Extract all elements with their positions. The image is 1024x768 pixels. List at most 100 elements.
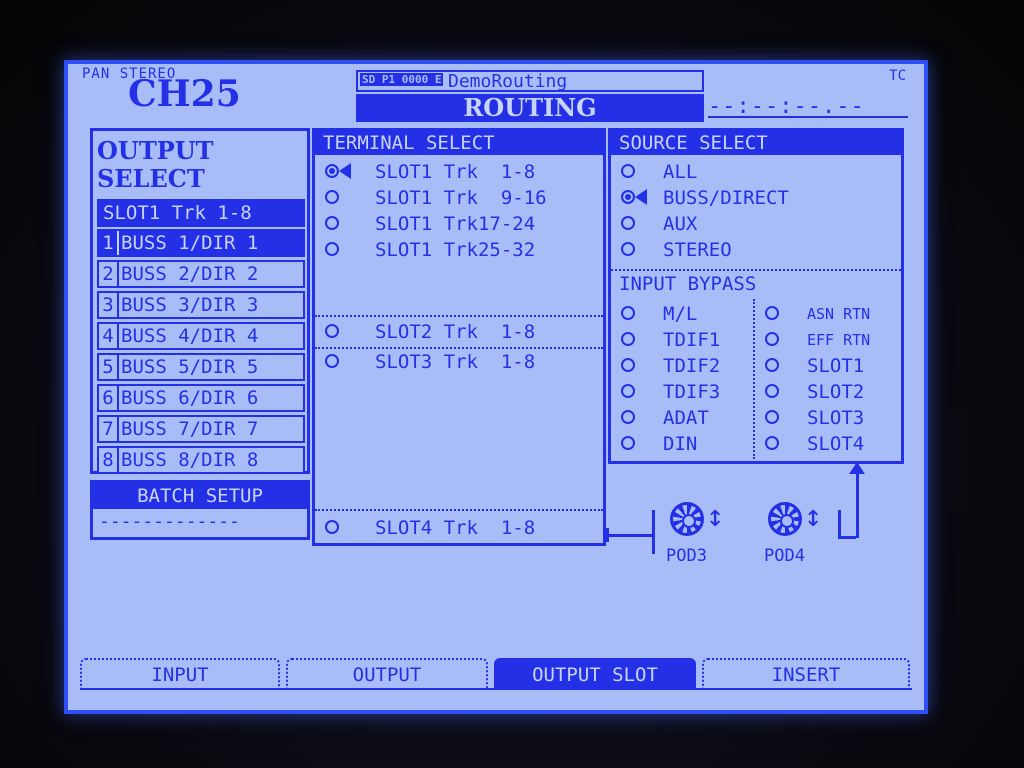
radio-icon [765,436,779,450]
output-row-number: 8 [99,448,119,472]
radio-icon [621,436,635,450]
radio-icon [765,384,779,398]
output-row-2[interactable]: 2 BUSS 2/DIR 2 [97,260,305,288]
terminal-select-header: TERMINAL SELECT [315,131,603,155]
pod-label: POD3 [666,546,707,566]
tab-output[interactable]: OUTPUT [286,658,488,690]
selection-pointer-icon [339,163,351,179]
source-option-all[interactable]: ALL [611,159,901,185]
pod-knob-icon [670,502,704,536]
connector-line [838,536,856,539]
terminal-option-label: SLOT1 Trk17-24 [375,213,536,235]
output-row-8[interactable]: 8 BUSS 8/DIR 8 [97,446,305,474]
radio-icon [325,242,339,256]
bypass-label: M/L [663,303,698,325]
radio-icon [765,410,779,424]
output-row-number: 5 [99,355,119,379]
input-bypass-title: INPUT BYPASS [619,273,757,295]
bypass-label: SLOT4 [807,433,865,455]
tab-insert[interactable]: INSERT [702,658,910,690]
output-row-number: 7 [99,417,119,441]
radio-icon [621,306,635,320]
bypass-label: SLOT1 [807,355,865,377]
bypass-label: ADAT [663,407,709,429]
terminal-select-panel: TERMINAL SELECT SLOT1 Trk 1-8 SLOT1 Trk … [312,128,606,546]
source-option-label: BUSS/DIRECT [663,187,789,209]
tab-output-slot[interactable]: OUTPUT SLOT [494,658,696,690]
channel-label: CH25 [128,73,241,115]
output-row-5[interactable]: 5 BUSS 5/DIR 5 [97,353,305,381]
source-option-aux[interactable]: AUX [611,211,901,237]
output-slot-header: SLOT1 Trk 1-8 [97,199,305,227]
radio-icon [621,164,635,178]
bypass-label: DIN [663,433,698,455]
bypass-label: TDIF3 [663,381,721,403]
pod4[interactable]: ↕ POD4 [758,500,838,572]
arrow-up-icon [849,462,865,474]
input-bypass-column-divider [753,299,755,459]
output-row-4[interactable]: 4 BUSS 4/DIR 4 [97,322,305,350]
radio-icon [621,242,635,256]
output-row-1[interactable]: 1 BUSS 1/DIR 1 [97,229,305,257]
terminal-option-label: SLOT2 Trk 1-8 [375,321,536,343]
pod-label: POD4 [764,546,805,566]
output-row-label: BUSS 4/DIR 4 [121,325,259,347]
source-select-panel: SOURCE SELECT ALL BUSS/DIRECT AUX STEREO… [608,128,904,464]
batch-setup-panel[interactable]: BATCH SETUP ------------- [90,480,310,540]
terminal-option-label: SLOT1 Trk 1-8 [375,161,536,183]
terminal-divider [315,315,603,317]
output-row-label: BUSS 7/DIR 7 [121,418,259,440]
terminal-option-slot2[interactable]: SLOT2 Trk 1-8 [315,319,603,345]
output-row-number: 3 [99,293,119,317]
radio-icon [621,216,635,230]
radio-icon [325,520,339,534]
terminal-divider [315,509,603,511]
output-row-7[interactable]: 7 BUSS 7/DIR 7 [97,415,305,443]
terminal-option-slot1-1-8[interactable]: SLOT1 Trk 1-8 [315,159,603,185]
connector-line [838,510,841,538]
terminal-option-slot4[interactable]: SLOT4 Trk 1-8 [315,515,603,541]
source-select-header: SOURCE SELECT [611,131,901,155]
bypass-label: TDIF2 [663,355,721,377]
output-row-3[interactable]: 3 BUSS 3/DIR 3 [97,291,305,319]
selection-pointer-icon [635,189,647,205]
radio-icon [325,324,339,338]
radio-selected-icon [325,164,339,178]
source-divider [611,269,901,271]
terminal-option-slot3[interactable]: SLOT3 Trk 1-8 [315,349,603,375]
output-row-label: BUSS 6/DIR 6 [121,387,259,409]
terminal-option-slot1-9-16[interactable]: SLOT1 Trk 9-16 [315,185,603,211]
pod3[interactable]: ↕ POD3 [660,500,740,572]
output-row-label: BUSS 3/DIR 3 [121,294,259,316]
scene-status-icons: SD P1 0000 E [360,73,444,86]
bypass-label: EFF RTN [807,331,871,349]
radio-icon [621,332,635,346]
connector-arrow-icon [606,528,609,542]
radio-icon [325,354,339,368]
radio-icon [621,384,635,398]
output-row-number: 1 [99,231,119,255]
radio-icon [765,332,779,346]
output-select-panel: OUTPUT SELECT SLOT1 Trk 1-8 1 BUSS 1/DIR… [90,128,310,474]
terminal-option-label: SLOT3 Trk 1-8 [375,351,536,373]
radio-icon [621,358,635,372]
radio-icon [765,306,779,320]
timecode-underline [708,116,908,118]
terminal-option-label: SLOT4 Trk 1-8 [375,517,536,539]
radio-selected-icon [621,190,635,204]
terminal-option-slot1-25-32[interactable]: SLOT1 Trk25-32 [315,237,603,263]
radio-icon [325,216,339,230]
output-row-number: 4 [99,324,119,348]
page-title: ROUTING [356,94,704,122]
output-row-number: 6 [99,386,119,410]
output-row-label: BUSS 5/DIR 5 [121,356,259,378]
output-row-6[interactable]: 6 BUSS 6/DIR 6 [97,384,305,412]
tab-input[interactable]: INPUT [80,658,280,690]
source-option-buss-direct[interactable]: BUSS/DIRECT [611,185,901,211]
source-option-label: ALL [663,161,698,183]
terminal-option-slot1-17-24[interactable]: SLOT1 Trk17-24 [315,211,603,237]
scene-name: DemoRouting [448,71,568,92]
source-option-stereo[interactable]: STEREO [611,237,901,263]
lcd-screen: PAN STEREO CH25 SD P1 0000 E DemoRouting… [64,60,928,714]
page-tabs: INPUT OUTPUT OUTPUT SLOT INSERT [80,658,912,692]
